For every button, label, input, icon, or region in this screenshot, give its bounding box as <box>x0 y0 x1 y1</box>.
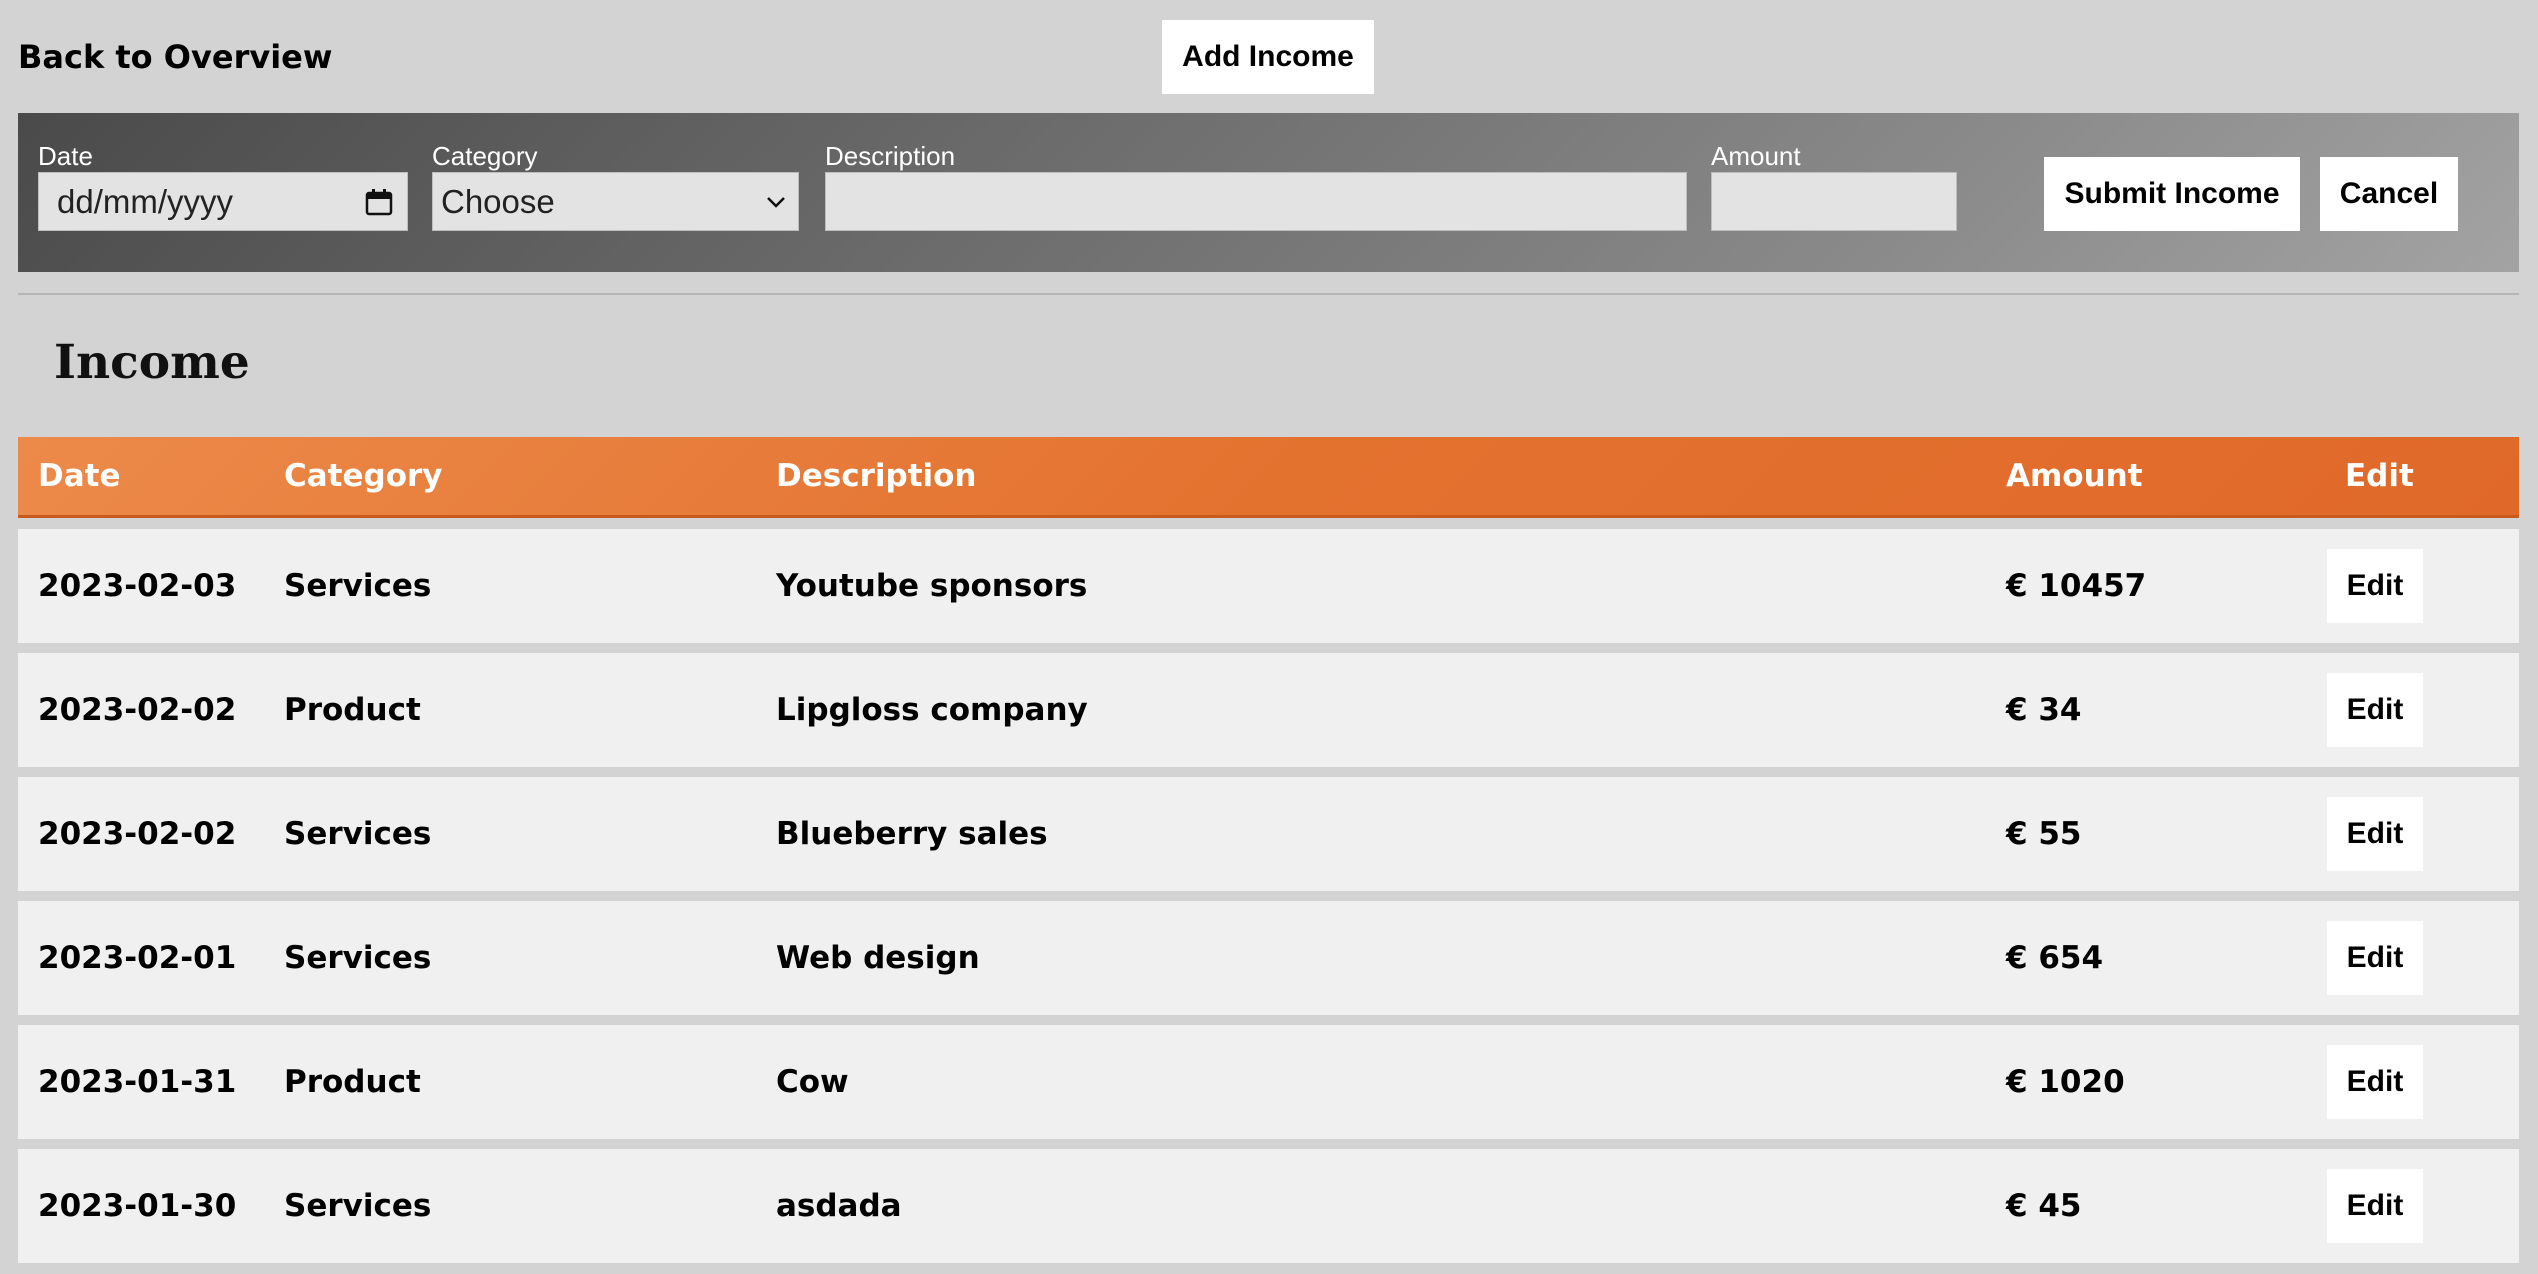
submit-income-button[interactable]: Submit Income <box>2044 157 2300 231</box>
row-date: 2023-02-01 <box>38 940 237 976</box>
category-select[interactable]: Choose <box>432 172 799 231</box>
category-selected-value: Choose <box>441 182 555 220</box>
row-date: 2023-01-30 <box>38 1188 237 1224</box>
row-category: Services <box>284 568 432 604</box>
description-input[interactable] <box>825 172 1687 231</box>
row-category: Services <box>284 1188 432 1224</box>
header-category: Category <box>284 458 443 494</box>
table-row: 2023-02-02 Product Lipgloss company € 34… <box>18 653 2519 767</box>
table-row: 2023-02-02 Services Blueberry sales € 55… <box>18 777 2519 891</box>
header-edit: Edit <box>2345 458 2414 494</box>
table-row: 2023-01-30 Services asdada € 45 Edit <box>18 1149 2519 1263</box>
edit-button[interactable]: Edit <box>2327 1169 2423 1243</box>
table-row: 2023-01-31 Product Cow € 1020 Edit <box>18 1025 2519 1139</box>
category-label: Category <box>432 141 538 171</box>
row-category: Services <box>284 940 432 976</box>
table-header: Date Category Description Amount Edit <box>18 437 2519 518</box>
row-category: Services <box>284 816 432 852</box>
edit-button[interactable]: Edit <box>2327 1045 2423 1119</box>
row-description: Web design <box>776 940 980 976</box>
date-label: Date <box>38 141 93 171</box>
row-category: Product <box>284 1064 421 1100</box>
row-amount: € 34 <box>2006 692 2082 728</box>
row-description: asdada <box>776 1188 902 1224</box>
edit-button[interactable]: Edit <box>2327 673 2423 747</box>
row-amount: € 654 <box>2006 940 2104 976</box>
row-amount: € 55 <box>2006 816 2082 852</box>
row-category: Product <box>284 692 421 728</box>
row-date: 2023-02-03 <box>38 568 237 604</box>
row-description: Lipgloss company <box>776 692 1088 728</box>
calendar-icon[interactable] <box>365 188 393 216</box>
table-row: 2023-02-01 Services Web design € 654 Edi… <box>18 901 2519 1015</box>
back-to-overview-link[interactable]: Back to Overview <box>18 38 332 76</box>
row-description: Blueberry sales <box>776 816 1048 852</box>
row-amount: € 1020 <box>2006 1064 2125 1100</box>
amount-label: Amount <box>1711 141 1801 171</box>
cancel-button[interactable]: Cancel <box>2320 157 2458 231</box>
header-description: Description <box>776 458 977 494</box>
header-amount: Amount <box>2006 458 2143 494</box>
description-label: Description <box>825 141 956 171</box>
row-date: 2023-02-02 <box>38 816 237 852</box>
row-date: 2023-02-02 <box>38 692 237 728</box>
row-date: 2023-01-31 <box>38 1064 237 1100</box>
header-date: Date <box>38 458 121 494</box>
amount-input[interactable] <box>1711 172 1957 231</box>
page-title: Income <box>54 335 250 390</box>
chevron-down-icon <box>767 197 785 208</box>
edit-button[interactable]: Edit <box>2327 549 2423 623</box>
row-amount: € 10457 <box>2006 568 2147 604</box>
date-input[interactable]: dd/mm/yyyy <box>38 172 408 231</box>
divider <box>18 293 2519 295</box>
row-description: Cow <box>776 1064 849 1100</box>
date-placeholder: dd/mm/yyyy <box>57 182 234 220</box>
table-row: 2023-02-03 Services Youtube sponsors € 1… <box>18 529 2519 643</box>
row-amount: € 45 <box>2006 1188 2082 1224</box>
row-description: Youtube sponsors <box>776 568 1088 604</box>
edit-button[interactable]: Edit <box>2327 921 2423 995</box>
edit-button[interactable]: Edit <box>2327 797 2423 871</box>
income-form: Date dd/mm/yyyy Category Choose Descript… <box>18 113 2519 272</box>
add-income-button[interactable]: Add Income <box>1162 20 1374 94</box>
